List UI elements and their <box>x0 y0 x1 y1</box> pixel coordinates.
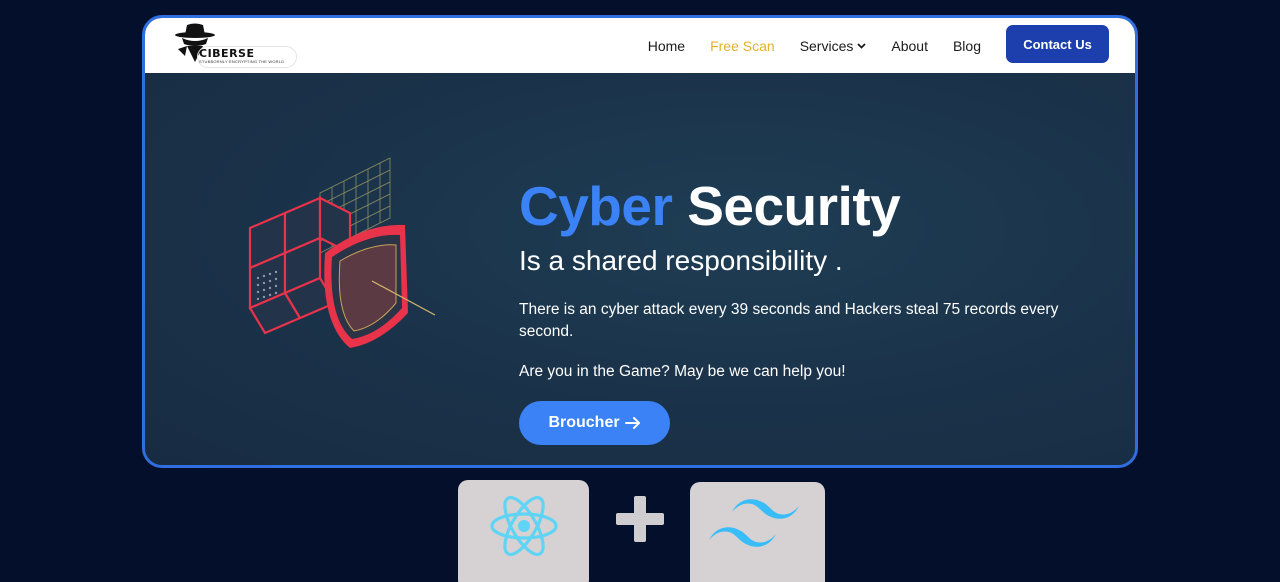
nav-about[interactable]: About <box>891 38 928 54</box>
nav-home[interactable]: Home <box>648 38 685 54</box>
tailwind-tile <box>690 482 825 582</box>
plus-icon <box>616 496 664 542</box>
broucher-button-label: Broucher <box>548 414 620 431</box>
nav-services[interactable]: Services <box>800 38 867 54</box>
logo[interactable]: CIBERSE STUBBORNLY ENCRYPTING THE WORLD <box>173 22 298 68</box>
hero-paragraph-stats: There is an cyber attack every 39 second… <box>519 301 1059 340</box>
navbar: CIBERSE STUBBORNLY ENCRYPTING THE WORLD … <box>145 18 1135 73</box>
arrow-right-icon <box>624 417 640 429</box>
nav-blog[interactable]: Blog <box>953 38 981 54</box>
browser-frame: CIBERSE STUBBORNLY ENCRYPTING THE WORLD … <box>142 15 1138 468</box>
react-tile <box>458 480 589 582</box>
hero-section: Cyber Security Is a shared responsibilit… <box>145 73 1135 465</box>
nav-services-label: Services <box>799 37 854 54</box>
contact-us-button[interactable]: Contact Us <box>1006 25 1109 63</box>
react-logo-icon <box>490 496 558 556</box>
tailwind-logo-icon <box>709 499 799 547</box>
hero-subtitle: Is a shared responsibility . <box>519 245 843 276</box>
hero-paragraph-question: Are you in the Game? May be we can help … <box>519 363 846 380</box>
nav-links: Home Free Scan Services About Blog <box>623 18 981 73</box>
chevron-down-icon <box>857 42 867 49</box>
logo-tagline: STUBBORNLY ENCRYPTING THE WORLD <box>199 59 285 64</box>
broucher-button[interactable]: Broucher <box>519 401 670 445</box>
security-cube-shield-icon <box>248 157 436 348</box>
hero-title-word2: Security <box>687 175 901 237</box>
nav-free-scan[interactable]: Free Scan <box>710 38 775 54</box>
hero-title-word1: Cyber <box>519 175 673 237</box>
hero-title: Cyber Security <box>519 173 901 239</box>
